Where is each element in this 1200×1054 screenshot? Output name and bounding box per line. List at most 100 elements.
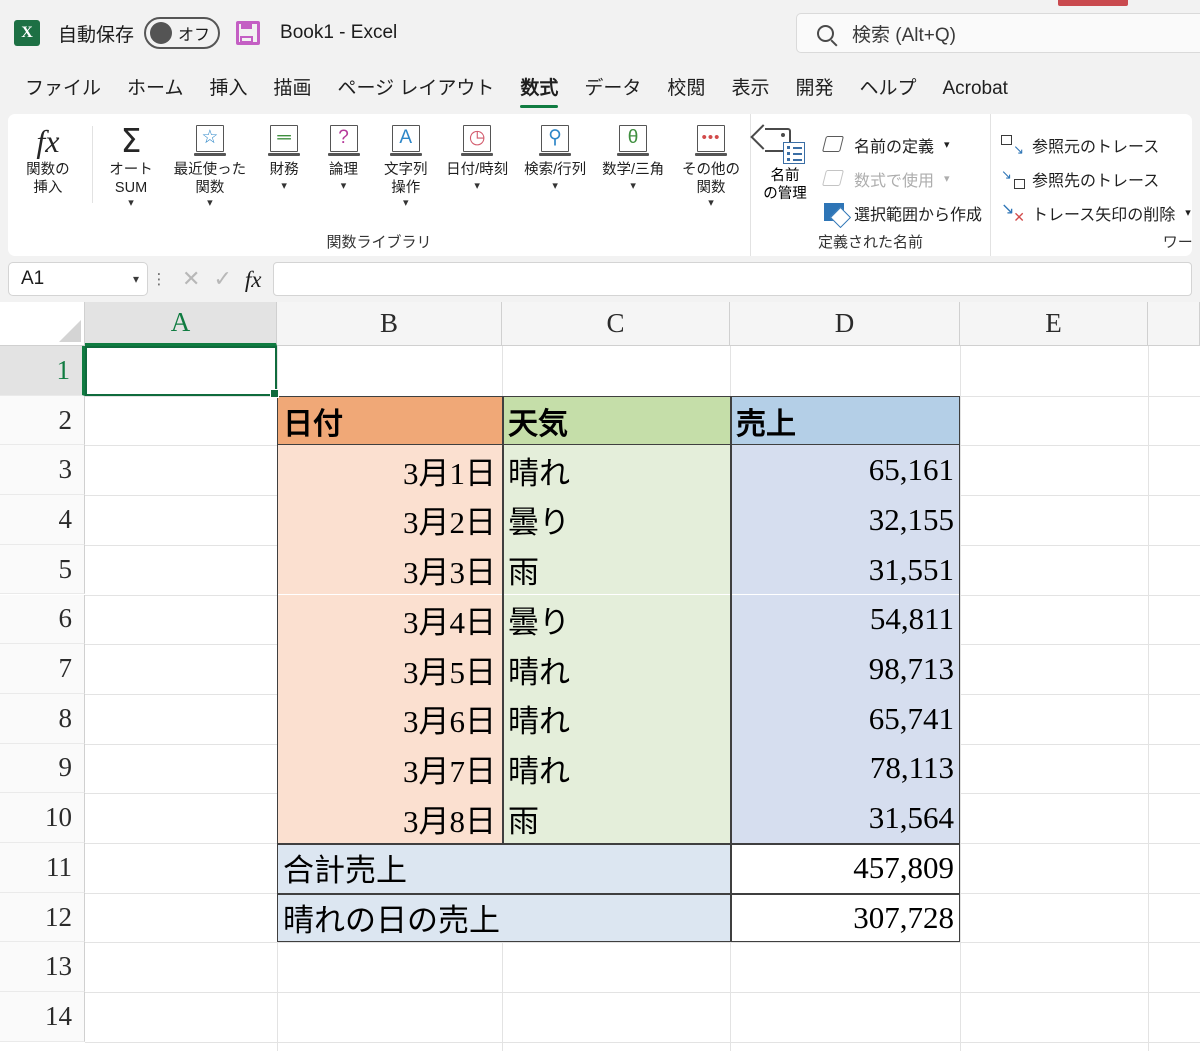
- cell-weather[interactable]: 晴れ: [502, 744, 730, 794]
- cell-weather[interactable]: 曇り: [502, 595, 730, 645]
- cell-weather[interactable]: 曇り: [502, 495, 730, 545]
- row-header-6[interactable]: 6: [0, 595, 85, 645]
- name-box[interactable]: A1 ▾: [8, 262, 148, 296]
- trace-dependents-command[interactable]: ↘ 参照先のトレース: [1001, 164, 1191, 194]
- tab-developer[interactable]: 開発: [782, 73, 846, 110]
- insert-function-button[interactable]: fx 関数の 挿入: [8, 120, 88, 231]
- column-header-b[interactable]: B: [277, 302, 502, 346]
- define-name-command[interactable]: 名前の定義 ▾: [823, 130, 982, 160]
- column-header-d[interactable]: D: [730, 302, 960, 346]
- autosave-toggle[interactable]: オフ: [144, 17, 220, 49]
- column-header-e[interactable]: E: [960, 302, 1148, 346]
- window-close-button[interactable]: [1058, 0, 1128, 6]
- cell-weather[interactable]: 雨: [502, 793, 730, 843]
- active-cell-a1[interactable]: [85, 346, 277, 396]
- row-header-14[interactable]: 14: [0, 992, 85, 1042]
- row-header-10[interactable]: 10: [0, 793, 85, 843]
- tab-review[interactable]: 校閲: [654, 73, 718, 110]
- chevron-down-icon[interactable]: ▾: [630, 181, 636, 192]
- row-header-8[interactable]: 8: [0, 694, 85, 744]
- text-button[interactable]: A 文字列 操作 ▾: [373, 120, 438, 231]
- cell-date[interactable]: 3月1日: [277, 445, 502, 495]
- summary-label[interactable]: 合計売上: [277, 843, 730, 893]
- tab-data[interactable]: データ: [571, 73, 654, 110]
- insert-function-icon[interactable]: fx: [245, 268, 262, 291]
- enter-icon[interactable]: ✓: [213, 268, 231, 290]
- chevron-down-icon[interactable]: ▾: [281, 181, 287, 192]
- cell-date[interactable]: 3月7日: [277, 744, 502, 794]
- select-all-corner[interactable]: [0, 302, 85, 346]
- cell-date[interactable]: 3月2日: [277, 495, 502, 545]
- summary-value[interactable]: 307,728: [730, 893, 960, 943]
- datetime-button[interactable]: ◷ 日付/時刻 ▾: [438, 120, 516, 231]
- chevron-down-icon[interactable]: ▾: [474, 181, 480, 192]
- row-header-12[interactable]: 12: [0, 893, 85, 943]
- chevron-down-icon[interactable]: ▾: [341, 181, 347, 192]
- create-from-selection-command[interactable]: 選択範囲から作成: [823, 198, 982, 228]
- autosum-button[interactable]: Σ オート SUM ▾: [97, 120, 166, 231]
- row-header-13[interactable]: 13: [0, 942, 85, 992]
- chevron-down-icon[interactable]: ▾: [128, 198, 134, 209]
- summary-value[interactable]: 457,809: [730, 843, 960, 893]
- summary-label[interactable]: 晴れの日の売上: [277, 893, 730, 943]
- chevron-down-icon[interactable]: ▾: [1185, 206, 1191, 219]
- row-header-7[interactable]: 7: [0, 644, 85, 694]
- cell-sales[interactable]: 32,155: [730, 495, 960, 545]
- chevron-down-icon[interactable]: ▾: [944, 138, 950, 151]
- lookup-button[interactable]: ⚲ 検索/行列 ▾: [516, 120, 594, 231]
- formula-input[interactable]: [273, 262, 1192, 296]
- row-header-9[interactable]: 9: [0, 744, 85, 794]
- column-header-f[interactable]: [1148, 302, 1200, 346]
- cancel-icon[interactable]: ✕: [182, 268, 200, 290]
- cell-date[interactable]: 3月8日: [277, 793, 502, 843]
- trace-precedents-command[interactable]: ↘ 参照元のトレース: [1001, 130, 1191, 160]
- row-header-1[interactable]: 1: [0, 346, 85, 396]
- cell-sales[interactable]: 65,161: [730, 445, 960, 495]
- cell-sales[interactable]: 31,564: [730, 793, 960, 843]
- name-manager-button[interactable]: 名前 の管理: [751, 120, 819, 231]
- tab-acrobat[interactable]: Acrobat: [929, 78, 1020, 110]
- save-icon[interactable]: [236, 21, 260, 45]
- cell-weather[interactable]: 晴れ: [502, 445, 730, 495]
- row-header-5[interactable]: 5: [0, 545, 85, 595]
- cell-weather[interactable]: 晴れ: [502, 644, 730, 694]
- financial-button[interactable]: ═ 財務 ▾: [254, 120, 313, 231]
- tab-help[interactable]: ヘルプ: [846, 73, 929, 110]
- recent-functions-button[interactable]: ☆ 最近使った 関数 ▾: [165, 120, 254, 231]
- cell-sales[interactable]: 54,811: [730, 595, 960, 645]
- column-header-c[interactable]: C: [502, 302, 730, 346]
- chevron-down-icon[interactable]: ▾: [133, 272, 139, 286]
- chevron-down-icon[interactable]: ▾: [403, 198, 409, 209]
- table-header-date[interactable]: 日付: [277, 396, 502, 446]
- cell-date[interactable]: 3月3日: [277, 545, 502, 595]
- name-box-resize-handle[interactable]: ⋮: [148, 272, 170, 287]
- table-header-weather[interactable]: 天気: [502, 396, 730, 446]
- cell-date[interactable]: 3月6日: [277, 694, 502, 744]
- cell-weather[interactable]: 晴れ: [502, 694, 730, 744]
- cell-sales[interactable]: 78,113: [730, 744, 960, 794]
- cell-sales[interactable]: 65,741: [730, 694, 960, 744]
- cell-sales[interactable]: 98,713: [730, 644, 960, 694]
- tab-page-layout[interactable]: ページ レイアウト: [324, 73, 507, 110]
- math-trig-button[interactable]: θ 数学/三角 ▾: [594, 120, 672, 231]
- row-header-11[interactable]: 11: [0, 843, 85, 893]
- tab-home[interactable]: ホーム: [114, 73, 196, 110]
- chevron-down-icon[interactable]: ▾: [552, 181, 558, 192]
- logical-button[interactable]: ? 論理 ▾: [314, 120, 373, 231]
- row-header-4[interactable]: 4: [0, 495, 85, 545]
- spreadsheet-grid[interactable]: ABCDE1234567891011121314日付天気売上3月1日晴れ65,1…: [0, 302, 1200, 1051]
- cell-weather[interactable]: 雨: [502, 545, 730, 595]
- row-header-2[interactable]: 2: [0, 396, 85, 446]
- tab-draw[interactable]: 描画: [260, 73, 324, 110]
- row-header-3[interactable]: 3: [0, 445, 85, 495]
- more-functions-button[interactable]: ••• その他の 関数 ▾: [672, 120, 750, 231]
- tab-insert[interactable]: 挿入: [196, 73, 260, 110]
- table-header-sales[interactable]: 売上: [730, 396, 960, 446]
- chevron-down-icon[interactable]: ▾: [708, 198, 714, 209]
- column-header-a[interactable]: A: [85, 302, 277, 346]
- cell-sales[interactable]: 31,551: [730, 545, 960, 595]
- tab-file[interactable]: ファイル: [12, 73, 114, 110]
- cell-date[interactable]: 3月4日: [277, 595, 502, 645]
- tab-formulas[interactable]: 数式: [507, 73, 571, 110]
- cell-date[interactable]: 3月5日: [277, 644, 502, 694]
